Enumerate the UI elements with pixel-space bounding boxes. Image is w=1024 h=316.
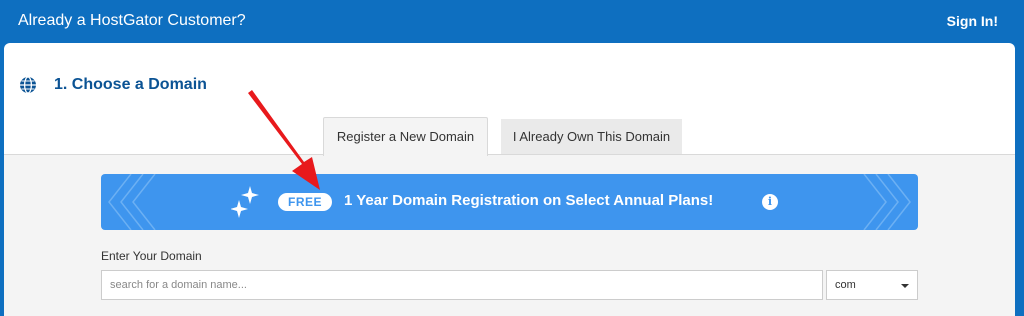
promo-banner: FREE 1 Year Domain Registration on Selec… [101,174,918,230]
tab-register-new-domain[interactable]: Register a New Domain [323,117,488,156]
domain-search-input[interactable] [101,270,823,300]
chevron-pattern-left [108,174,156,230]
globe-icon [18,75,38,95]
domain-panel: 1. Choose a Domain Register a New Domain… [4,43,1015,316]
chevron-pattern-right [863,174,911,230]
sparkle-icon [231,186,259,218]
tld-selected-value: com [835,279,856,291]
info-icon[interactable]: i [762,194,778,210]
free-badge: FREE [278,193,332,211]
section-title: 1. Choose a Domain [54,76,207,93]
promo-text: 1 Year Domain Registration on Select Ann… [344,192,714,209]
domain-field-label: Enter Your Domain [101,249,202,263]
tld-select[interactable]: com [826,270,918,300]
section-header: 1. Choose a Domain [18,74,207,96]
tab-already-own-domain[interactable]: I Already Own This Domain [501,119,682,155]
sign-in-link[interactable]: Sign In! [947,13,998,29]
top-bar: Already a HostGator Customer? Sign In! [0,0,1024,43]
customer-prompt: Already a HostGator Customer? [18,12,246,29]
chevron-down-icon [901,284,909,288]
